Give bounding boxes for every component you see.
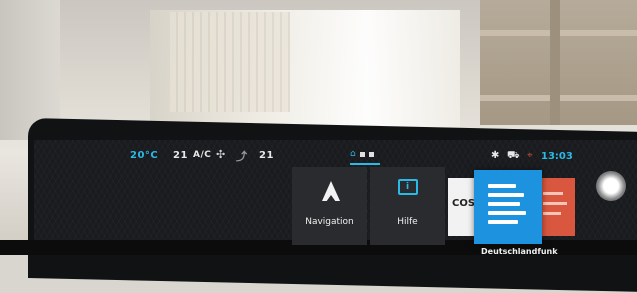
- ac-button[interactable]: A/C: [193, 150, 211, 164]
- bluetooth-icon: ✱: [491, 150, 500, 161]
- car-icon: ⛟: [507, 150, 520, 161]
- fan-level[interactable]: 21: [173, 150, 188, 164]
- passenger-temperature[interactable]: 21: [259, 150, 274, 164]
- fan-icon[interactable]: ✣: [216, 148, 226, 162]
- logo-line: [543, 202, 567, 205]
- logo-bar: [488, 193, 524, 197]
- clock: 13:03: [541, 151, 573, 162]
- active-page-underline: [350, 163, 380, 165]
- book-info-icon: i: [398, 179, 418, 195]
- logo-line: [543, 192, 563, 195]
- light-reflection: [596, 171, 626, 201]
- logo-bar: [488, 202, 520, 206]
- window-blind: [170, 12, 290, 112]
- help-label: Hilfe: [397, 217, 418, 227]
- page-dot[interactable]: [368, 152, 374, 157]
- radio-station-deutschlandfunk[interactable]: [474, 170, 542, 244]
- home-icon[interactable]: ⌂: [350, 150, 356, 159]
- help-tile[interactable]: i Hilfe: [370, 167, 445, 245]
- navigation-tile[interactable]: Navigation: [292, 167, 367, 245]
- page-dot[interactable]: [359, 152, 365, 157]
- navigation-arrow-notch: [326, 195, 336, 202]
- logo-bar: [488, 220, 518, 224]
- shelf-post: [550, 0, 560, 125]
- seat-airflow-icon[interactable]: ⤴: [236, 148, 248, 163]
- shelf: [480, 0, 637, 125]
- logo-bar: [488, 184, 516, 188]
- navigation-label: Navigation: [305, 217, 354, 227]
- page-indicator[interactable]: ⌂: [350, 150, 374, 159]
- logo-bar: [488, 211, 526, 215]
- logo-line: [543, 212, 561, 215]
- driver-temperature[interactable]: 20°C: [130, 150, 158, 164]
- location-icon: ⌖: [527, 150, 533, 161]
